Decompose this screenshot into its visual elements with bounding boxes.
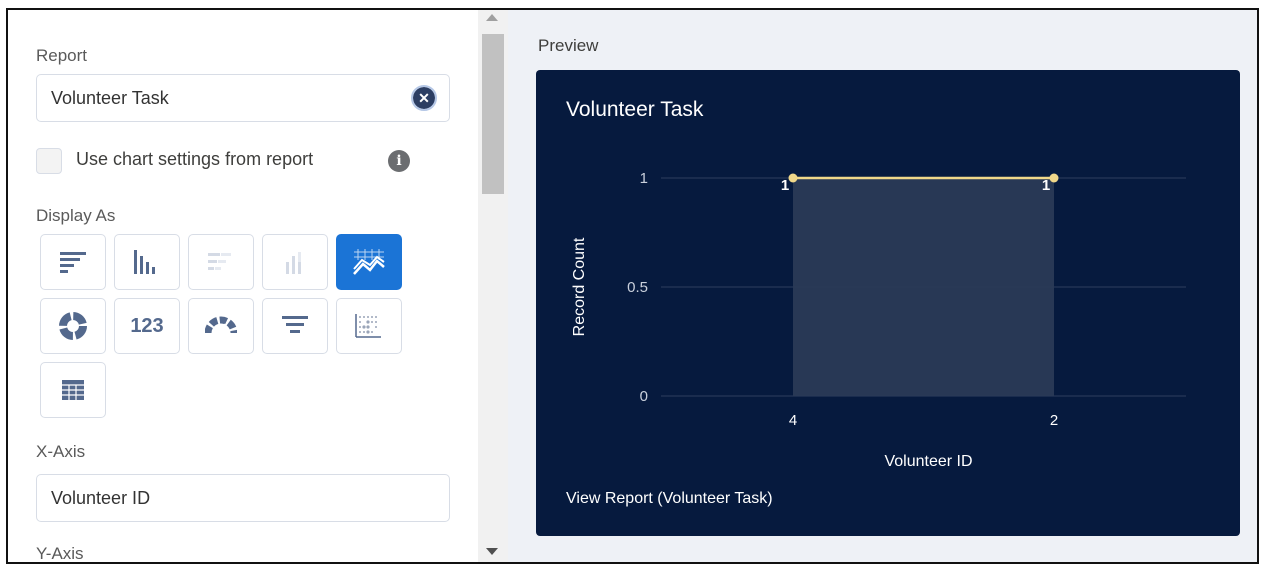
chart-type-vertical-bar[interactable] <box>114 234 180 290</box>
chart-type-gauge[interactable] <box>188 298 254 354</box>
scatter-icon <box>355 314 381 338</box>
chart-type-metric[interactable]: 123 <box>114 298 180 354</box>
data-label: 1 <box>781 177 789 194</box>
chart-type-scatter[interactable] <box>336 298 402 354</box>
funnel-icon <box>282 316 308 333</box>
y-tick-label: 0 <box>640 388 648 405</box>
preview-panel: Preview Volunteer Task 0 0.5 1 1 1 4 2 Voluntee… <box>508 10 1257 562</box>
x-axis-field-value: Volunteer ID <box>51 487 151 508</box>
report-field[interactable]: Volunteer Task ✕ <box>36 74 450 122</box>
series-area <box>793 178 1054 396</box>
scroll-down-arrow-icon[interactable] <box>486 548 498 555</box>
stacked-horizontal-bar-icon <box>208 253 231 270</box>
y-axis-title: Record Count <box>571 237 588 336</box>
data-label: 1 <box>1042 177 1050 194</box>
metric-icon: 123 <box>130 314 164 337</box>
report-field-value: Volunteer Task <box>51 87 169 108</box>
line-chart-icon <box>353 249 385 275</box>
vertical-bar-icon <box>134 250 155 274</box>
stacked-vertical-bar-icon <box>286 252 301 274</box>
view-report-link[interactable]: View Report (Volunteer Task) <box>566 490 773 508</box>
y-axis-label: Y-Axis <box>36 544 84 562</box>
use-chart-settings-label: Use chart settings from report <box>76 149 314 169</box>
clear-icon[interactable]: ✕ <box>411 85 437 111</box>
scroll-thumb[interactable] <box>482 34 504 194</box>
gauge-icon <box>205 316 237 334</box>
x-tick-label: 2 <box>1050 412 1058 429</box>
x-axis-title: Volunteer ID <box>884 453 972 470</box>
chart-type-donut[interactable] <box>40 298 106 354</box>
x-axis-field[interactable]: Volunteer ID <box>36 474 450 522</box>
x-axis-label: X-Axis <box>36 442 86 461</box>
display-as-label: Display As <box>36 206 116 225</box>
chart-type-funnel[interactable] <box>262 298 328 354</box>
dashboard-component-editor: Report Volunteer Task ✕ Use chart settin… <box>6 8 1259 564</box>
data-point <box>1049 173 1059 183</box>
table-icon <box>62 380 84 400</box>
chart-type-horizontal-bar[interactable] <box>40 234 106 290</box>
preview-chart-card: Volunteer Task 0 0.5 1 1 1 4 2 Volunteer ID Reco… <box>536 70 1240 536</box>
x-tick-label: 4 <box>789 412 797 429</box>
y-tick-label: 1 <box>640 170 648 187</box>
use-chart-settings-checkbox[interactable] <box>36 148 62 174</box>
chart-type-line[interactable] <box>336 234 402 290</box>
chart-type-stacked-vertical-bar[interactable] <box>262 234 328 290</box>
scroll-up-arrow-icon[interactable] <box>486 14 498 21</box>
scrollbar[interactable] <box>478 10 508 562</box>
data-point <box>788 173 798 183</box>
line-chart: 0 0.5 1 1 1 4 2 Volunteer ID Record Count <box>571 170 1186 470</box>
properties-panel: Report Volunteer Task ✕ Use chart settin… <box>8 10 478 562</box>
horizontal-bar-icon <box>60 252 86 273</box>
info-icon[interactable]: i <box>388 150 410 172</box>
y-tick-label: 0.5 <box>627 279 648 296</box>
chart-type-stacked-horizontal-bar[interactable] <box>188 234 254 290</box>
report-label: Report <box>36 46 88 65</box>
preview-label: Preview <box>538 36 599 55</box>
donut-icon <box>59 312 87 340</box>
chart-type-table[interactable] <box>40 362 106 418</box>
